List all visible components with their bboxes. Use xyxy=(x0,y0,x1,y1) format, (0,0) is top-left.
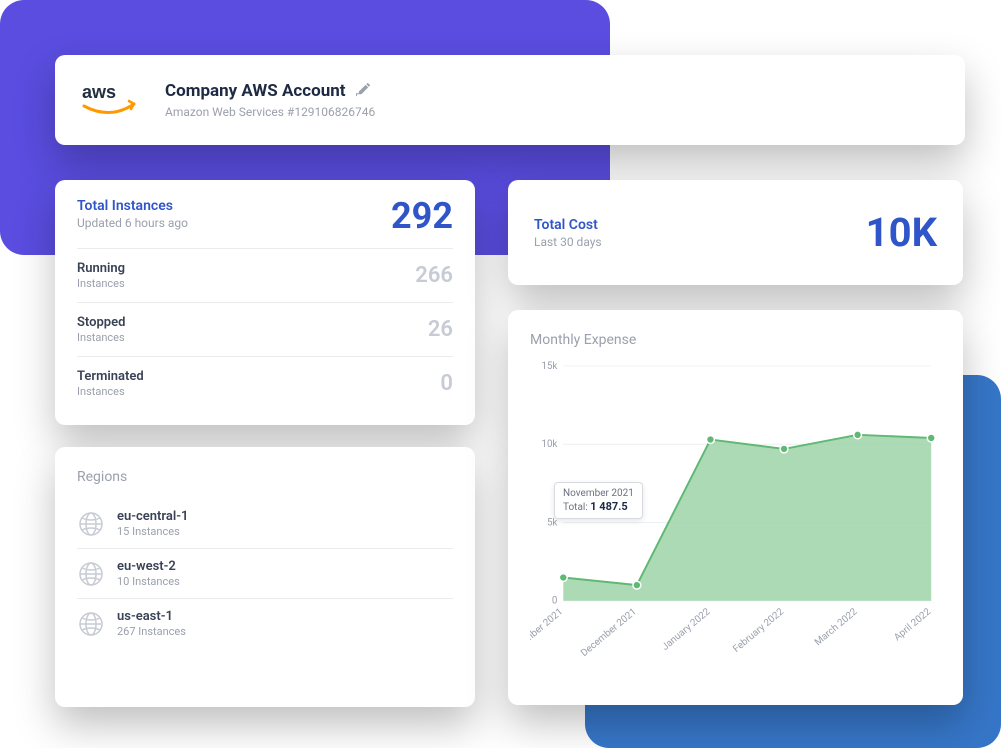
instances-row-terminated: Terminated Instances 0 xyxy=(77,357,453,410)
region-sub: 267 Instances xyxy=(117,625,186,638)
chart-area: 0 5k 10k 15k November 2021 December 2021 Janua… xyxy=(530,356,941,689)
svg-text:10k: 10k xyxy=(541,439,557,450)
instances-title: Total Instances xyxy=(77,198,188,214)
svg-text:April 2022: April 2022 xyxy=(892,606,933,643)
total-cost-card: Total Cost Last 30 days 10K xyxy=(508,180,963,285)
cost-title: Total Cost xyxy=(534,217,602,233)
instances-row-sub: Instances xyxy=(77,277,125,290)
account-title: Company AWS Account xyxy=(165,81,346,101)
instances-row-label: Stopped xyxy=(77,315,125,330)
tooltip-value: 1 487.5 xyxy=(590,500,627,513)
regions-card: Regions eu-central-1 15 Instances eu-wes… xyxy=(55,447,475,707)
cost-value: 10K xyxy=(866,213,937,253)
instances-row-label: Terminated xyxy=(77,369,144,384)
edit-icon[interactable] xyxy=(356,82,371,101)
svg-text:January 2022: January 2022 xyxy=(660,606,713,653)
region-row: eu-central-1 15 Instances xyxy=(77,499,453,549)
svg-text:February 2022: February 2022 xyxy=(731,606,786,655)
instances-row-stopped: Stopped Instances 26 xyxy=(77,303,453,357)
svg-text:aws: aws xyxy=(82,82,116,102)
instances-updated: Updated 6 hours ago xyxy=(77,216,188,230)
instances-row-sub: Instances xyxy=(77,385,144,398)
region-row: us-east-1 267 Instances xyxy=(77,599,453,648)
region-sub: 15 Instances xyxy=(117,525,188,538)
instances-row-value: 266 xyxy=(415,263,453,288)
account-header-card: aws Company AWS Account Amazon Web Servi… xyxy=(55,55,965,145)
instances-row-sub: Instances xyxy=(77,331,125,344)
region-name: us-east-1 xyxy=(117,609,186,624)
chart-title: Monthly Expense xyxy=(530,332,941,348)
monthly-expense-card: Monthly Expense 0 5k 10k 15k November 2021 De… xyxy=(508,310,963,705)
account-subtitle: Amazon Web Services #129106826746 xyxy=(165,105,375,119)
expense-chart-svg: 0 5k 10k 15k November 2021 December 2021 Janua… xyxy=(530,356,941,689)
tooltip-label: November 2021 xyxy=(563,487,634,500)
cost-subtitle: Last 30 days xyxy=(534,235,602,249)
instances-row-value: 0 xyxy=(440,371,453,396)
globe-icon xyxy=(77,610,105,638)
aws-logo: aws xyxy=(80,80,140,120)
svg-text:0: 0 xyxy=(552,596,558,607)
svg-text:December 2021: December 2021 xyxy=(579,606,639,659)
svg-text:5k: 5k xyxy=(547,517,557,528)
region-sub: 10 Instances xyxy=(117,575,180,588)
instances-row-label: Running xyxy=(77,261,125,276)
globe-icon xyxy=(77,560,105,588)
globe-icon xyxy=(77,510,105,538)
chart-tooltip: November 2021 Total: 1 487.5 xyxy=(554,482,643,519)
total-instances-card: Total Instances Updated 6 hours ago 292 … xyxy=(55,180,475,425)
svg-text:November 2021: November 2021 xyxy=(530,606,565,659)
instances-total-value: 292 xyxy=(391,198,453,234)
region-name: eu-west-2 xyxy=(117,559,180,574)
region-row: eu-west-2 10 Instances xyxy=(77,549,453,599)
svg-text:March 2022: March 2022 xyxy=(813,606,860,648)
instances-row-value: 26 xyxy=(428,317,453,342)
tooltip-prefix: Total: xyxy=(563,502,590,513)
region-name: eu-central-1 xyxy=(117,509,188,524)
svg-text:15k: 15k xyxy=(541,361,557,372)
instances-row-running: Running Instances 266 xyxy=(77,249,453,303)
regions-title: Regions xyxy=(77,469,453,485)
